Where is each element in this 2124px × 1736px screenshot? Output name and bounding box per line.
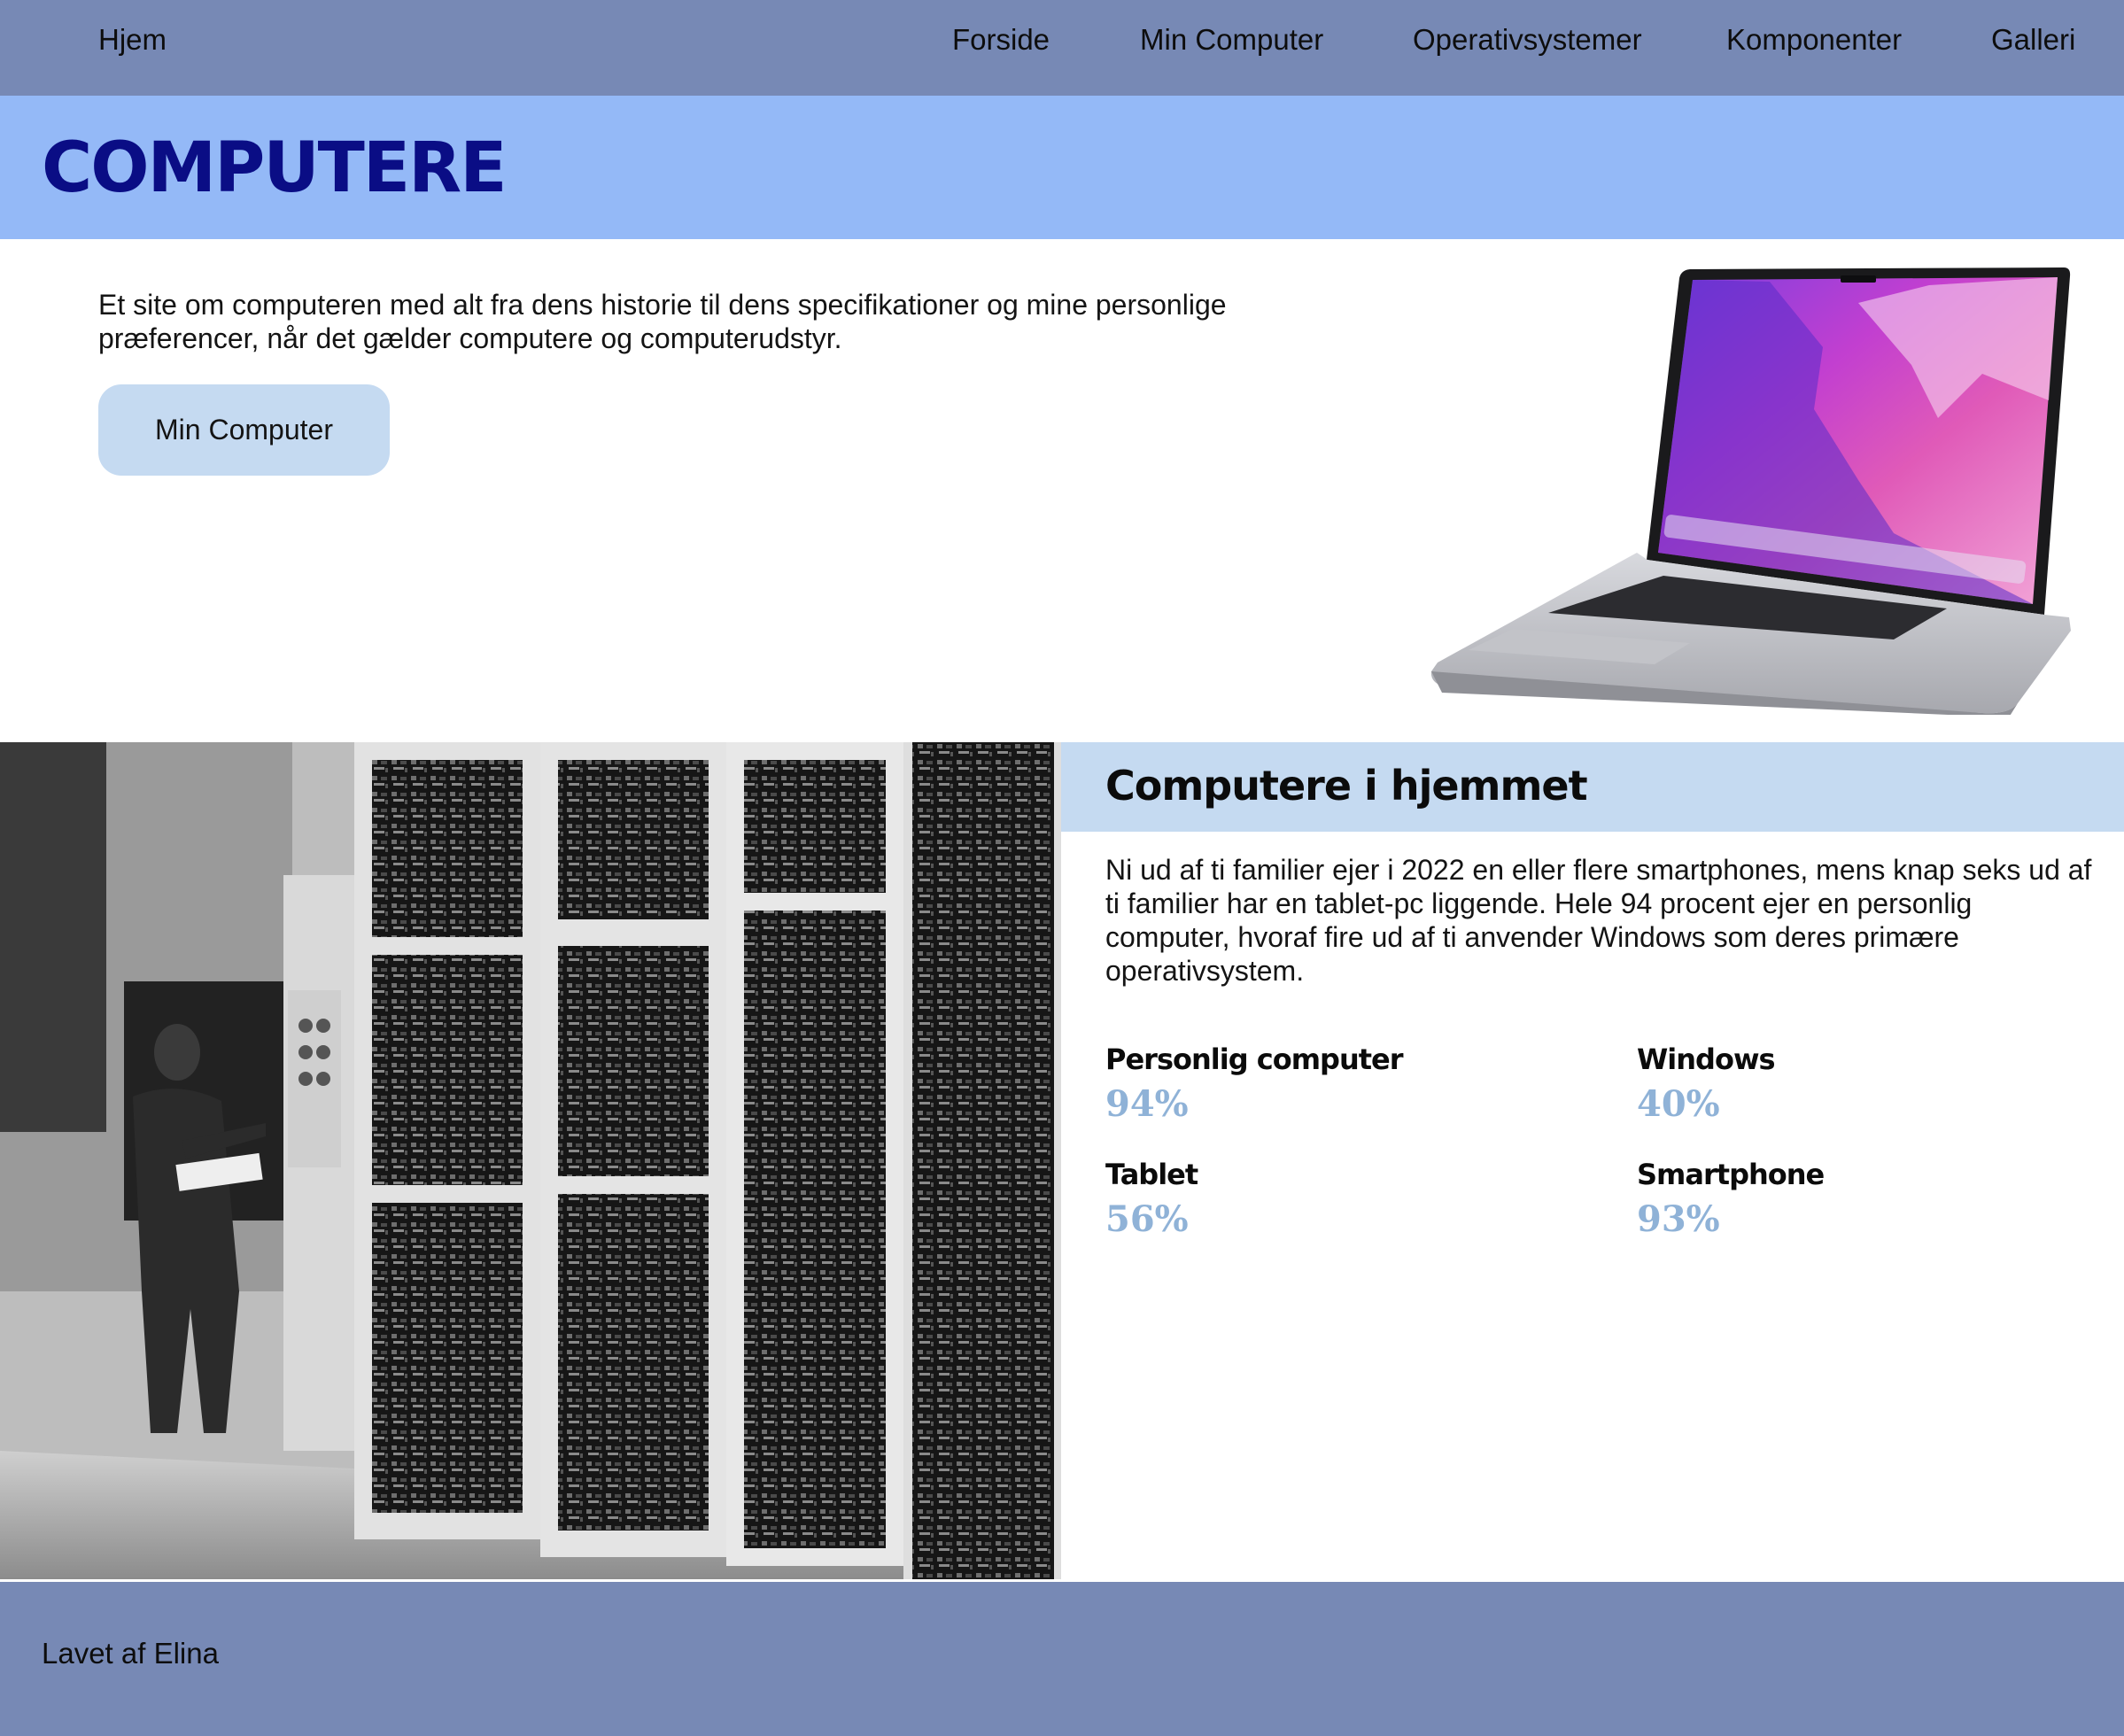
nav-link-forside[interactable]: Forside [952, 20, 1050, 59]
stat-smartphone: Smartphone 93% [1637, 1157, 2124, 1240]
stat-personal-computer: Personlig computer 94% [1105, 1042, 1601, 1125]
stat-windows: Windows 40% [1637, 1042, 2124, 1125]
stat-label: Smartphone [1637, 1158, 1825, 1191]
top-navigation: Hjem Forside Min Computer Operativsystem… [0, 0, 2124, 96]
stat-value: 40% [1637, 1083, 1720, 1125]
nav-link-operativsystemer[interactable]: Operativsystemer [1413, 20, 1642, 59]
title-banner: COMPUTERE [0, 96, 2124, 239]
page-footer: Lavet af Elina [0, 1582, 2124, 1736]
stat-tablet: Tablet 56% [1105, 1157, 1601, 1240]
stat-value: 93% [1637, 1198, 1720, 1240]
stat-value: 56% [1105, 1198, 1189, 1240]
footer-credit: Lavet af Elina [42, 1637, 219, 1670]
page-title: COMPUTERE [42, 128, 508, 208]
min-computer-button[interactable]: Min Computer [98, 384, 390, 476]
stats-heading-bar: Computere i hjemmet [1061, 742, 2124, 832]
stats-paragraph: Ni ud af ti familier ejer i 2022 en elle… [1105, 854, 2092, 987]
stat-label: Personlig computer [1105, 1042, 1404, 1076]
stats-heading: Computere i hjemmet [1105, 762, 1588, 810]
stat-value: 94% [1105, 1083, 1189, 1125]
historic-computer-photo [0, 742, 1061, 1579]
intro-paragraph: Et site om computeren med alt fra dens h… [98, 289, 1227, 354]
nav-link-komponenter[interactable]: Komponenter [1726, 20, 1902, 59]
stat-label: Windows [1637, 1042, 1776, 1076]
nav-link-galleri[interactable]: Galleri [1991, 20, 2075, 59]
nav-link-min-computer[interactable]: Min Computer [1140, 20, 1323, 59]
nav-link-hjem[interactable]: Hjem [98, 20, 167, 59]
laptop-image [1430, 267, 2071, 715]
stat-label: Tablet [1105, 1158, 1198, 1191]
